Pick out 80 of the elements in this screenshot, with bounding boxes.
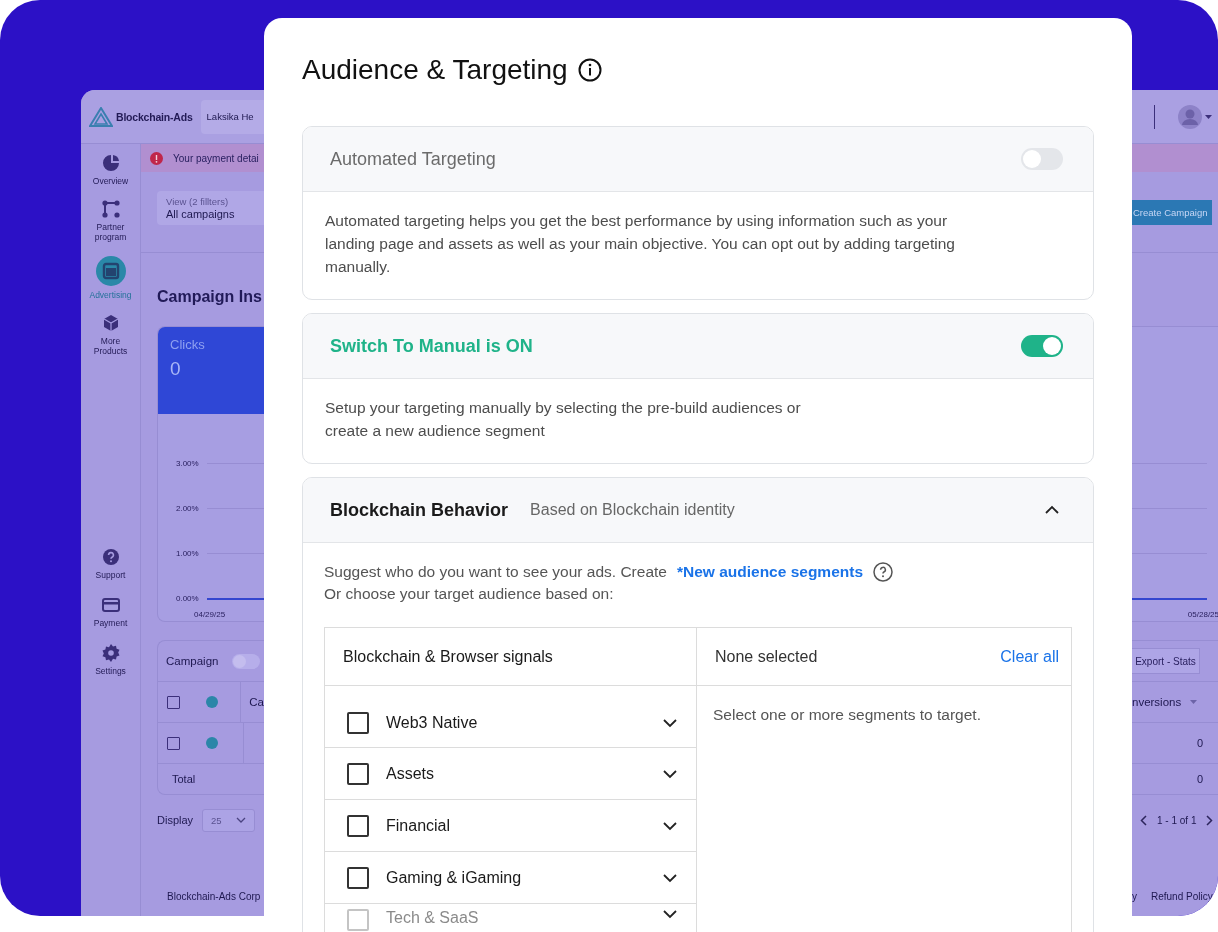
panel-title: Automated Targeting [330, 148, 497, 170]
settings-icon [101, 644, 120, 662]
axis-label: 0.00% [176, 594, 199, 603]
sidebar-item[interactable]: Partner program [85, 222, 136, 242]
avatar-icon [1178, 104, 1202, 129]
sidebar-item[interactable]: More Products [85, 336, 136, 356]
chevron-right-icon [1206, 814, 1214, 826]
axis-label: 04/29/25 [194, 610, 226, 619]
window-icon [101, 262, 120, 280]
pie-chart-icon [101, 154, 120, 172]
checkbox[interactable] [347, 712, 369, 734]
metric-value: 0 [170, 358, 182, 380]
credit-card-icon [101, 596, 120, 614]
metric-label: Clicks [170, 337, 206, 352]
checkbox[interactable] [347, 814, 369, 837]
nodes-icon [101, 200, 120, 218]
page-heading: Campaign Ins [157, 287, 262, 306]
checkbox[interactable] [347, 866, 369, 889]
dialog-title: Audience & Targeting [302, 54, 568, 86]
caret-icon [1205, 114, 1212, 119]
info-icon [577, 58, 602, 82]
cube-icon [101, 314, 120, 332]
axis-label: 2.00% [176, 504, 199, 513]
column-header: Ca [249, 696, 264, 708]
page-size-select[interactable]: 25 [202, 808, 255, 832]
new-segment-link[interactable]: *New audience segments [676, 563, 863, 581]
toggle-switch[interactable] [1021, 148, 1063, 170]
table-cell: 0 [1196, 737, 1203, 749]
panel-description: Setup your targeting manually by selecting the pre-build audiences or create a new audience segment [325, 398, 802, 441]
axis-label: 3.00% [176, 459, 199, 468]
empty-message: Select one or more segments to target. [713, 706, 981, 723]
sidebar-item[interactable]: Support [85, 570, 136, 580]
prompt-text: Suggest who do you want to see your ads. Create [324, 563, 667, 581]
table-title: Campaign [166, 655, 219, 667]
footer-text: Blockchain-Ads Corp [167, 891, 261, 902]
panel-subtitle: Based on Blockchain identity [530, 501, 736, 519]
checkbox[interactable] [347, 762, 369, 785]
column-header[interactable]: nversions [1132, 696, 1182, 708]
help-icon [101, 548, 120, 566]
chevron-down-icon [235, 817, 246, 823]
axis-label: 05/28/25 [1187, 610, 1218, 619]
table-cell: 0 [1196, 773, 1203, 785]
footer-link[interactable]: y [1132, 891, 1137, 902]
panel-title: Switch To Manual is ON [330, 335, 534, 357]
segment-option[interactable]: Assets [325, 748, 696, 800]
segment-option[interactable]: Financial [325, 800, 696, 852]
alert-message: Your payment detai [173, 152, 259, 164]
sidebar-item[interactable]: Payment [85, 618, 136, 628]
error-icon [150, 151, 163, 165]
footer-link[interactable]: Refund Policy [1151, 891, 1213, 902]
pagination-text: 1 - 1 of 1 [1157, 814, 1197, 826]
chevron-left-icon [1140, 814, 1147, 826]
view-filter[interactable]: View (2 fillters) All campaigns [157, 191, 264, 225]
total-label: Total [172, 773, 196, 785]
prompt-text: Or choose your target audience based on: [324, 585, 614, 603]
checkbox[interactable] [167, 736, 180, 750]
selection-heading: None selected [715, 647, 819, 666]
toggle-switch[interactable] [1021, 335, 1063, 357]
account-selector[interactable]: Laksika He [200, 99, 264, 134]
brand-name: Blockchain-Ads [116, 110, 193, 123]
metric-tile[interactable]: Clicks 0 [158, 327, 264, 414]
clear-all-link[interactable]: Clear all [1000, 647, 1059, 666]
panel-description: Automated targeting helps you get the best performance by using information such as your landing page and assets as well as your main objective. You can opt out by adding targeting manually. [325, 211, 956, 277]
segment-option[interactable]: Tech & SaaS [325, 904, 696, 932]
display-label: Display [157, 814, 194, 826]
axis-label: 1.00% [176, 549, 199, 558]
column-heading: Blockchain & Browser signals [343, 647, 553, 666]
panel-title: Blockchain Behavior [330, 499, 509, 521]
chevron-up-icon [1044, 505, 1060, 515]
segment-option[interactable]: Web3 Native [325, 686, 696, 748]
sidebar-item[interactable]: Overview [85, 176, 136, 186]
create-campaign-button[interactable]: Create Campaign [1132, 200, 1212, 225]
sidebar-item[interactable]: Settings [85, 666, 136, 676]
export-button[interactable]: Export - Stats [1132, 648, 1200, 674]
segment-option[interactable]: Gaming & iGaming [325, 852, 696, 904]
checkbox[interactable] [167, 695, 180, 709]
help-icon [873, 562, 893, 582]
logo-icon [89, 106, 113, 127]
toggle-switch[interactable] [232, 653, 261, 669]
caret-icon [1190, 700, 1198, 704]
